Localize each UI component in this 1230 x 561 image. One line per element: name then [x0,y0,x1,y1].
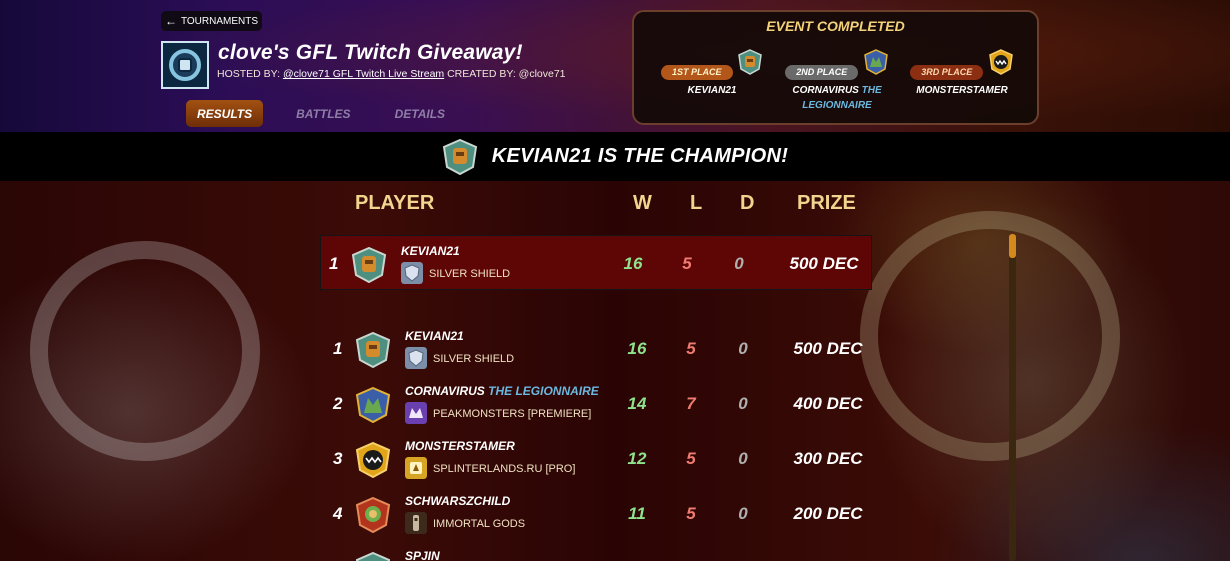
player-guild-title: THE LEGIONNAIRE [488,384,599,398]
dragon-avatar-icon [863,49,888,75]
prize: 500 DEC [793,339,863,358]
draws: 0 [734,254,744,273]
table-row[interactable]: 2 CORNAVIRUS THE LEGIONNAIRE PEAKMONSTER… [325,376,877,431]
hosted-by-link[interactable]: @clove71 GFL Twitch Live Stream [283,68,444,80]
peakmonsters-guild-icon [405,402,427,424]
wins: 16 [623,254,643,273]
second-place-badge: 2ND PLACE [785,65,859,80]
tournament-hosts: HOSTED BY: @clove71 GFL Twitch Live Stre… [217,68,566,80]
player-name[interactable]: SPJIN [405,549,440,561]
wins: 11 [628,504,646,523]
wins: 12 [627,449,647,468]
second-place: 2ND PLACE CORNAVIRUS THE LEGIONNAIRE [777,44,897,113]
tab-details[interactable]: DETAILS [384,100,456,127]
tab-battles[interactable]: BATTLES [285,100,361,127]
rank: 4 [333,504,343,523]
second-place-name[interactable]: CORNAVIRUS THE LEGIONNAIRE [777,83,897,113]
rank: 1 [333,339,343,358]
player-guild: IMMORTAL GODS [433,518,526,530]
prize: 200 DEC [793,504,863,523]
tournament-title: clove's GFL Twitch Giveaway! [218,41,523,64]
dragon-avatar-icon [355,387,391,423]
arrow-left-icon: ← [164,14,177,28]
table-row[interactable]: 1 KEVIAN21 SILVER SHIELD 16 5 0 500 DEC [325,321,877,376]
champion-text: KEVIAN21 IS THE CHAMPION! [491,145,789,167]
results-scrollbar[interactable] [1009,234,1016,561]
table-row[interactable]: 3 MONSTERSTAMER SPLINTERLANDS.RU [PRO] 1… [325,431,877,486]
splinterlands-ru-guild-icon [405,457,427,479]
highlighted-player-row[interactable]: 1 KEVIAN21 SILVER SHIELD 16 5 0 500 DEC [320,235,872,290]
created-by-value: @clove71 [518,68,566,80]
player-league: SILVER SHIELD [433,353,515,365]
created-by-label: CREATED BY: [447,68,516,80]
first-place: 1ST PLACE KEVIAN21 [652,44,772,98]
back-button-label: TOURNAMENTS [180,15,259,27]
tournament-tabs: RESULTS BATTLES DETAILS [186,100,478,127]
prize: 300 DEC [793,449,863,468]
silver-shield-icon [405,347,427,369]
player-name[interactable]: KEVIAN21 [405,329,464,343]
knight-avatar-icon [442,138,477,175]
back-to-tournaments-button[interactable]: ← TOURNAMENTS [161,11,262,31]
column-prize: PRIZE [797,192,856,214]
player-league: SILVER SHIELD [429,268,511,280]
knight-avatar-icon [355,552,391,561]
wins: 14 [627,394,647,413]
losses: 5 [686,449,696,468]
player-name-text: CORNAVIRUS [405,384,485,398]
results-table-header: PLAYER W L D PRIZE [0,192,1230,222]
event-completed-title: EVENT COMPLETED [766,18,905,34]
player-guild: SPLINTERLANDS.RU [PRO] [433,463,576,475]
table-row[interactable]: SPJIN [325,541,877,561]
draws: 0 [738,449,748,468]
monster-avatar-icon [988,49,1013,75]
third-place: 3RD PLACE MONSTERSTAMER [902,44,1022,98]
player-name[interactable]: KEVIAN21 [401,244,460,258]
knight-avatar-icon [351,247,387,283]
player-name[interactable]: SCHWARSZCHILD [405,494,510,508]
third-place-badge: 3RD PLACE [910,65,984,80]
losses: 5 [686,339,696,358]
prize: 400 DEC [793,394,863,413]
knight-avatar-icon [355,332,391,368]
first-place-badge: 1ST PLACE [661,65,733,80]
hosted-by-label: HOSTED BY: [217,68,281,80]
knight-avatar-icon [738,49,762,75]
column-player: PLAYER [355,192,435,214]
monster-avatar-icon [355,442,391,478]
prize: 500 DEC [789,254,859,273]
player-name[interactable]: CORNAVIRUS THE LEGIONNAIRE [405,384,599,398]
player-guild: PEAKMONSTERS [PREMIERE] [433,408,592,420]
silver-shield-icon [401,262,423,284]
elf-avatar-icon [355,497,391,533]
draws: 0 [738,394,748,413]
tournament-logo-icon [161,41,209,89]
rank: 2 [333,394,343,413]
third-place-name[interactable]: MONSTERSTAMER [902,83,1022,98]
draws: 0 [738,504,748,523]
losses: 7 [686,394,696,413]
champion-banner: KEVIAN21 IS THE CHAMPION! [0,132,1230,181]
column-losses: L [690,192,703,214]
rank: 1 [329,254,339,273]
column-draws: D [740,192,755,214]
table-row[interactable]: 4 SCHWARSZCHILD IMMORTAL GODS 11 5 0 200… [325,486,877,541]
draws: 0 [738,339,748,358]
first-place-name[interactable]: KEVIAN21 [652,83,772,98]
event-completed-panel: EVENT COMPLETED 1ST PLACE KEVIAN21 2ND P… [632,10,1039,125]
tab-results[interactable]: RESULTS [186,100,264,127]
losses: 5 [682,254,692,273]
rank: 3 [333,449,343,468]
losses: 5 [686,504,696,523]
player-name[interactable]: MONSTERSTAMER [405,439,515,453]
immortal-gods-guild-icon [405,512,427,534]
column-wins: W [633,192,652,214]
second-place-player: CORNAVIRUS [792,85,859,96]
scrollbar-thumb[interactable] [1009,234,1016,258]
wins: 16 [627,339,647,358]
